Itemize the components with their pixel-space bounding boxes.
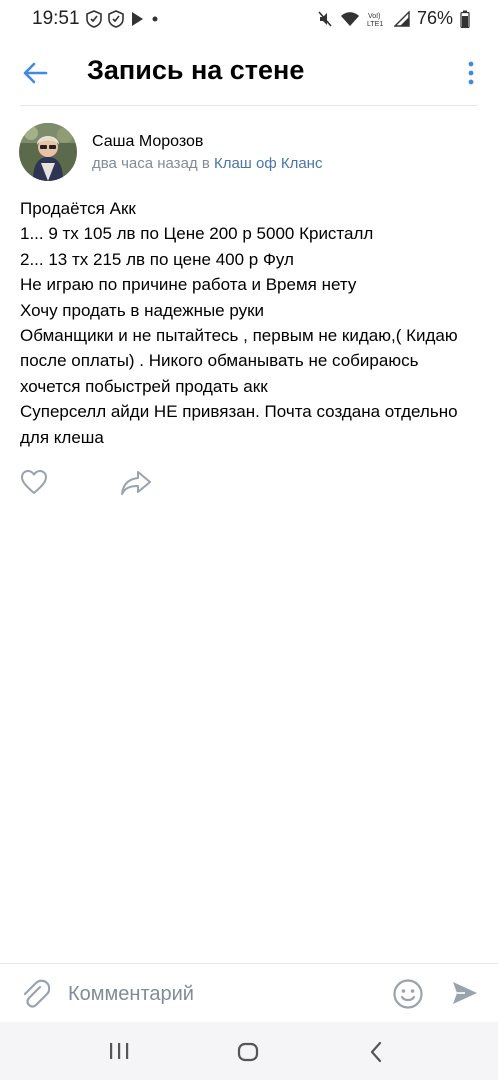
volte-icon: VoI) LTE1 xyxy=(367,13,383,28)
post-text-line: Обманщики и не пытайтесь , первым не кид… xyxy=(20,326,458,346)
share-icon[interactable] xyxy=(120,469,152,497)
page-title: Запись на стене xyxy=(87,55,305,85)
post-text-line: 1... 9 тх 105 лв по Цене 200 р 5000 Крис… xyxy=(20,224,374,244)
post-text-line: после оплаты) . Никого обманывать не соб… xyxy=(20,351,419,371)
back-arrow-icon[interactable] xyxy=(20,58,50,88)
status-time: 19:51 xyxy=(32,8,80,29)
post-text-line: Не играю по причине работа и Время нету xyxy=(20,275,357,295)
status-bar: 19:51 VoI) LTE1 76% xyxy=(0,0,498,40)
group-link[interactable]: Клаш оф Кланс xyxy=(214,155,323,172)
paperclip-icon[interactable] xyxy=(20,978,50,1010)
post-text-line: Продаётся Акк xyxy=(20,199,136,218)
emoji-icon[interactable] xyxy=(392,978,424,1010)
avatar-image xyxy=(19,123,77,181)
page-header: Запись на стене xyxy=(0,40,498,104)
wifi-icon xyxy=(340,11,359,26)
nav-back-icon[interactable] xyxy=(369,1041,383,1063)
send-icon[interactable] xyxy=(451,979,479,1007)
comment-bar xyxy=(0,963,498,1023)
post-text-line: Суперселл айди НЕ привязан. Почта создан… xyxy=(20,402,458,422)
system-navigation-bar xyxy=(0,1022,498,1080)
svg-text:VoI): VoI) xyxy=(368,13,380,20)
status-notifications xyxy=(86,10,160,28)
post-time: два часа назад в xyxy=(92,155,210,172)
shield-icon xyxy=(108,10,124,28)
avatar[interactable] xyxy=(19,123,77,181)
post-text-line: Хочу продать в надежные руки xyxy=(20,300,265,320)
post-text-line: 2... 13 тх 215 лв по цене 400 р Фул xyxy=(20,249,294,269)
status-system-icons: VoI) LTE1 76% xyxy=(317,8,470,29)
home-icon[interactable] xyxy=(237,1042,259,1062)
battery-percent: 76% xyxy=(416,8,453,28)
shield-icon xyxy=(86,10,102,28)
comment-input[interactable] xyxy=(68,976,368,1012)
heart-icon[interactable] xyxy=(20,469,48,495)
battery-icon xyxy=(460,10,470,28)
post-text: Продаётся Акк 1... 9 тх 105 лв по Цене 2… xyxy=(20,196,482,450)
recent-apps-icon[interactable] xyxy=(108,1042,130,1060)
play-icon xyxy=(132,12,143,26)
author-name[interactable]: Саша Морозов xyxy=(92,133,203,151)
dot-icon xyxy=(152,16,158,22)
more-options-icon[interactable] xyxy=(466,60,476,86)
svg-text:LTE1: LTE1 xyxy=(367,21,383,28)
post-text-line: хочется побыстрей продать акк xyxy=(20,376,268,396)
post-meta: два часа назад в Клаш оф Кланс xyxy=(92,155,322,172)
signal-icon xyxy=(393,10,410,27)
post-text-line: для клеша xyxy=(20,427,104,447)
header-divider xyxy=(20,105,478,106)
mute-icon xyxy=(318,10,332,27)
